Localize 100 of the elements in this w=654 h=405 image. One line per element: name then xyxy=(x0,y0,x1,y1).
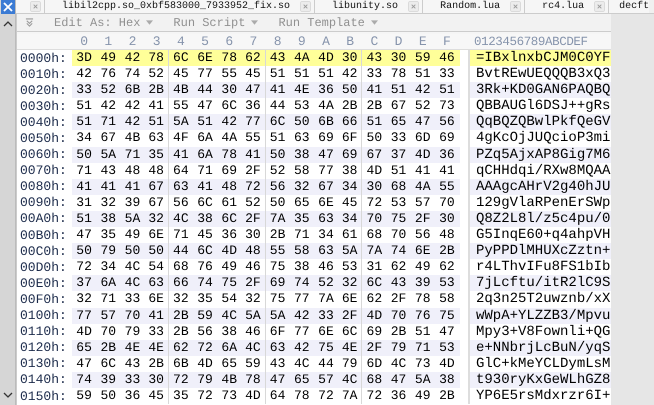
hex-byte[interactable]: 30 xyxy=(144,372,169,388)
hex-byte[interactable]: 70 xyxy=(96,324,120,340)
hex-byte[interactable]: 6A xyxy=(192,130,218,147)
hex-byte[interactable]: 76 xyxy=(96,66,120,82)
hex-byte[interactable]: 78 xyxy=(217,146,242,163)
hex-byte[interactable]: 6F xyxy=(266,324,290,340)
hex-byte[interactable]: 50 xyxy=(72,243,96,260)
hex-byte[interactable]: 6E xyxy=(314,324,338,340)
ascii-text[interactable]: wWpA+YLZZB3/Mpvu xyxy=(468,308,611,324)
hex-byte[interactable]: 49 xyxy=(96,50,120,66)
hex-byte[interactable]: 4D xyxy=(434,356,459,372)
hex-byte[interactable]: 42 xyxy=(120,114,145,130)
hex-byte[interactable]: 43 xyxy=(266,356,290,372)
hex-byte[interactable]: 63 xyxy=(314,243,338,260)
hex-byte[interactable]: 56 xyxy=(410,227,435,244)
hex-byte[interactable]: 4C xyxy=(241,340,266,356)
hex-byte[interactable]: 75 xyxy=(217,275,242,292)
hex-byte[interactable]: 56 xyxy=(434,114,459,130)
hex-byte[interactable]: 69 xyxy=(217,162,242,179)
hex-byte[interactable]: 74 xyxy=(192,275,218,292)
hex-byte[interactable]: 79 xyxy=(386,340,411,356)
hex-byte[interactable]: 36 xyxy=(217,227,242,244)
hex-byte[interactable]: 6E xyxy=(410,243,435,260)
hex-byte[interactable]: 78 xyxy=(386,66,411,82)
close-icon[interactable] xyxy=(30,1,41,12)
close-icon[interactable] xyxy=(594,1,606,12)
hex-byte[interactable]: 75 xyxy=(434,308,459,324)
hex-byte[interactable]: 33 xyxy=(386,130,411,147)
hex-byte[interactable]: 36 xyxy=(314,82,338,98)
hex-byte[interactable]: 43 xyxy=(266,50,290,66)
hex-byte[interactable]: 55 xyxy=(168,98,193,114)
hex-byte[interactable]: 2F xyxy=(386,291,411,308)
hex-byte[interactable]: 50 xyxy=(144,243,169,260)
hex-byte[interactable]: 69 xyxy=(434,130,459,147)
hex-byte[interactable]: 58 xyxy=(290,162,314,179)
hex-byte[interactable]: 4E xyxy=(290,82,314,98)
hex-byte[interactable]: 2F xyxy=(338,308,362,324)
hex-byte[interactable]: 4C xyxy=(217,308,242,324)
hex-byte[interactable]: 4C xyxy=(120,275,145,292)
hex-byte[interactable]: 32 xyxy=(290,178,314,195)
hex-byte[interactable]: 71 xyxy=(96,291,120,308)
hex-byte[interactable]: 72 xyxy=(314,388,338,404)
hex-byte[interactable]: 76 xyxy=(192,259,218,276)
hex-byte[interactable]: 35 xyxy=(144,146,169,163)
hex-byte[interactable]: 4D xyxy=(72,324,96,340)
hex-byte[interactable]: 77 xyxy=(72,308,96,324)
hex-byte[interactable]: 73 xyxy=(434,98,459,114)
hex-byte[interactable]: 49 xyxy=(217,259,242,276)
hex-byte[interactable]: 71 xyxy=(290,227,314,244)
hex-byte[interactable]: 34 xyxy=(338,210,362,228)
hex-byte[interactable]: 50 xyxy=(72,146,96,163)
hex-byte[interactable]: 6A xyxy=(192,146,218,163)
file-tab[interactable]: Random.lua xyxy=(423,0,526,13)
hex-byte[interactable]: 46 xyxy=(434,50,459,66)
hex-byte[interactable]: 36 xyxy=(386,388,411,404)
hex-byte[interactable]: 68 xyxy=(362,227,386,244)
hex-byte[interactable]: 30 xyxy=(338,50,362,66)
hex-byte[interactable]: 77 xyxy=(241,114,266,130)
hex-byte[interactable]: 54 xyxy=(217,291,242,308)
hex-byte[interactable]: 71 xyxy=(192,162,218,179)
hex-byte[interactable]: 39 xyxy=(410,275,435,292)
ascii-text[interactable]: t930ryKxGeWLhGZ8 xyxy=(468,372,611,388)
hex-byte[interactable]: 74 xyxy=(72,372,96,388)
hex-byte[interactable]: 77 xyxy=(192,66,218,82)
hex-byte[interactable]: 77 xyxy=(314,162,338,179)
hex-byte[interactable]: 6C xyxy=(96,356,120,372)
ascii-text[interactable]: Q8Z2L8l/z5c4pu/0 xyxy=(468,210,611,228)
hex-byte[interactable]: 41 xyxy=(72,178,96,195)
hex-byte[interactable]: 73 xyxy=(410,356,435,372)
hex-byte[interactable]: 50 xyxy=(338,82,362,98)
hex-byte[interactable]: 44 xyxy=(168,243,193,260)
hex-byte[interactable]: 6C xyxy=(217,210,242,228)
hex-byte[interactable]: 4B xyxy=(168,82,193,98)
hex-byte[interactable]: 79 xyxy=(120,324,145,340)
hex-byte[interactable]: 69 xyxy=(362,324,386,340)
hex-byte[interactable]: 43 xyxy=(96,162,120,179)
hex-byte[interactable]: 74 xyxy=(290,275,314,292)
hex-byte[interactable]: 53 xyxy=(290,98,314,114)
hex-byte[interactable]: 5A xyxy=(241,308,266,324)
ascii-text[interactable]: 3Rk+KD0GAN6PAQBQ xyxy=(468,82,611,98)
ascii-text[interactable]: PyPPDlMHUXcZztn+ xyxy=(468,243,611,260)
hex-byte[interactable]: 57 xyxy=(96,308,120,324)
hex-byte[interactable]: 49 xyxy=(410,259,435,276)
hex-byte[interactable]: 68 xyxy=(386,178,411,195)
hex-byte[interactable]: 4B xyxy=(120,130,145,147)
hex-byte[interactable]: 70 xyxy=(434,194,459,211)
hex-byte[interactable]: 72 xyxy=(72,259,96,276)
hex-byte[interactable]: 32 xyxy=(168,291,193,308)
hex-byte[interactable]: 41 xyxy=(144,308,169,324)
ascii-text[interactable]: PZq5AjxAP8Gig7M6 xyxy=(468,146,611,163)
hex-byte[interactable]: 51 xyxy=(314,66,338,82)
hex-byte[interactable]: 62 xyxy=(241,50,266,66)
hex-byte[interactable]: 34 xyxy=(72,130,96,147)
hex-byte[interactable]: 4D xyxy=(241,388,266,404)
hex-byte[interactable]: 65 xyxy=(290,372,314,388)
hex-byte[interactable]: 71 xyxy=(72,162,96,179)
hex-byte[interactable]: 51 xyxy=(386,162,411,179)
hex-byte[interactable]: 7A xyxy=(314,291,338,308)
hex-byte[interactable]: 45 xyxy=(144,388,169,404)
hex-byte[interactable]: 63 xyxy=(144,275,169,292)
